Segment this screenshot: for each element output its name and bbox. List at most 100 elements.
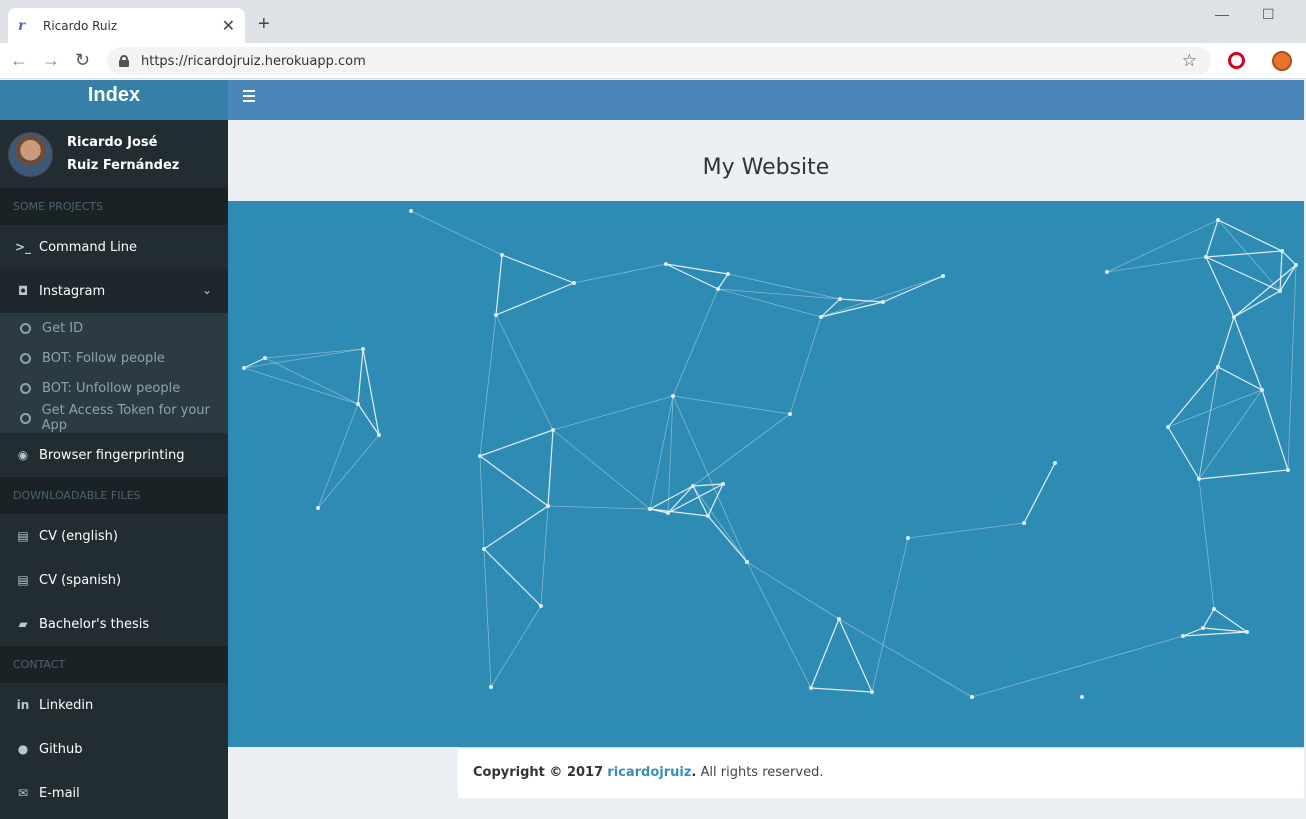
network-link [1213, 608, 1248, 633]
submenu-item-unfollow[interactable]: BOT: Unfollow people [0, 373, 228, 403]
network-node [671, 394, 675, 398]
sidebar-item-thesis[interactable]: ▰ Bachelor's thesis [0, 602, 228, 646]
chevron-down-icon: ⌄ [201, 283, 212, 297]
network-link [495, 282, 575, 316]
avatar [8, 131, 53, 177]
section-header-downloads: DOWNLOADABLE FILES [0, 477, 228, 514]
new-tab-icon[interactable]: + [258, 14, 270, 34]
network-node [691, 484, 695, 488]
network-node [1216, 365, 1220, 369]
sidebar-item-linkedin[interactable]: in Linkedin [0, 683, 228, 727]
back-icon[interactable]: ← [10, 50, 28, 70]
network-node [706, 514, 710, 518]
network-link [552, 429, 651, 510]
network-link [672, 395, 748, 563]
sidebar-item-instagram[interactable]: ◘ Instagram ⌄ [0, 269, 228, 313]
hamburger-menu-icon[interactable] [243, 90, 255, 102]
network-node [1053, 461, 1057, 465]
network-link [907, 522, 1025, 539]
network-link [243, 348, 364, 369]
network-node [551, 428, 555, 432]
url-text: https://ricardojruiz.herokuapp.com [141, 53, 366, 69]
network-node [1286, 468, 1290, 472]
network-link [810, 687, 873, 693]
logo[interactable]: Index [0, 80, 228, 120]
network-link [692, 413, 791, 487]
address-bar[interactable]: https://ricardojruiz.herokuapp.com ☆ [107, 47, 1211, 75]
sidebar-item-cv-spanish[interactable]: ▤ CV (spanish) [0, 558, 228, 602]
submenu-item-follow[interactable]: BOT: Follow people [0, 343, 228, 373]
browser-tabbar: r Ricardo Ruiz ✕ + — ☐ [0, 0, 1306, 43]
browser-tab[interactable]: r Ricardo Ruiz ✕ [8, 8, 245, 43]
site-favicon-icon: r [18, 17, 26, 34]
network-link [1198, 389, 1263, 480]
network-link [810, 618, 840, 689]
network-node [648, 507, 652, 511]
maximize-icon[interactable]: ☐ [1262, 6, 1275, 23]
submenu-item-access-token[interactable]: Get Access Token for your App [0, 403, 228, 433]
user-name: Ricardo José Ruiz Fernández [67, 131, 179, 177]
submenu-item-label: Get Access Token for your App [41, 403, 210, 433]
sidebar-item-label: CV (spanish) [39, 572, 122, 588]
minimize-icon[interactable]: — [1215, 6, 1229, 22]
circle-icon [20, 352, 31, 364]
network-node [1212, 607, 1216, 611]
profile-avatar-icon[interactable] [1272, 51, 1292, 71]
network-link [1202, 608, 1215, 629]
network-link [1233, 316, 1263, 391]
footer-link[interactable]: ricardojruiz [607, 765, 691, 780]
network-link [789, 316, 822, 415]
sidebar-item-label: Instagram [39, 283, 106, 299]
network-node [1204, 255, 1208, 259]
network-node [970, 695, 974, 699]
network-node [664, 262, 668, 266]
network-link [707, 483, 724, 517]
sidebar-item-command-line[interactable]: >_ Command Line [0, 225, 228, 269]
network-node [1245, 630, 1249, 634]
network-link [839, 298, 884, 303]
network-link [547, 505, 651, 510]
network-link [479, 455, 549, 507]
network-node [721, 482, 725, 486]
network-link [1198, 366, 1219, 480]
network-link [1217, 366, 1263, 391]
opera-extension-icon[interactable] [1228, 52, 1245, 69]
network-node [356, 402, 360, 406]
sidebar-item-cv-english[interactable]: ▤ CV (english) [0, 514, 228, 558]
network-node [881, 300, 885, 304]
forward-icon[interactable]: → [42, 50, 60, 70]
network-link [317, 434, 380, 509]
network-node [716, 287, 720, 291]
sidebar-item-github[interactable]: ● Github [0, 727, 228, 771]
network-link [667, 485, 694, 514]
circle-icon [20, 322, 31, 334]
network-link [357, 348, 364, 405]
close-tab-icon[interactable]: ✕ [222, 16, 235, 36]
network-link [971, 635, 1184, 698]
network-link [1167, 426, 1200, 480]
network-node [316, 506, 320, 510]
sidebar-item-label: Command Line [39, 239, 138, 255]
submenu-item-get-id[interactable]: Get ID [0, 313, 228, 343]
sidebar-item-label: Linkedin [39, 697, 94, 713]
terminal-icon: >_ [15, 240, 32, 254]
reload-icon[interactable]: ↻ [75, 50, 90, 70]
envelope-icon: ✉ [17, 786, 29, 800]
network-link [1217, 219, 1283, 252]
network-link [479, 429, 554, 457]
network-link [882, 275, 944, 303]
network-node [377, 433, 381, 437]
network-node [819, 315, 823, 319]
sidebar-item-fingerprinting[interactable]: ◉ Browser fingerprinting [0, 433, 228, 477]
network-link [540, 505, 549, 607]
network-link [1205, 256, 1281, 292]
network-node [1181, 634, 1185, 638]
network-link [717, 273, 729, 290]
network-link [1233, 290, 1281, 318]
browser-toolbar: ← → ↻ https://ricardojruiz.herokuapp.com… [0, 43, 1306, 79]
network-link [573, 263, 667, 284]
bookmark-star-icon[interactable]: ☆ [1182, 51, 1197, 71]
network-link [649, 395, 674, 510]
network-link [1279, 250, 1283, 292]
sidebar-item-email[interactable]: ✉ E-mail [0, 771, 228, 815]
